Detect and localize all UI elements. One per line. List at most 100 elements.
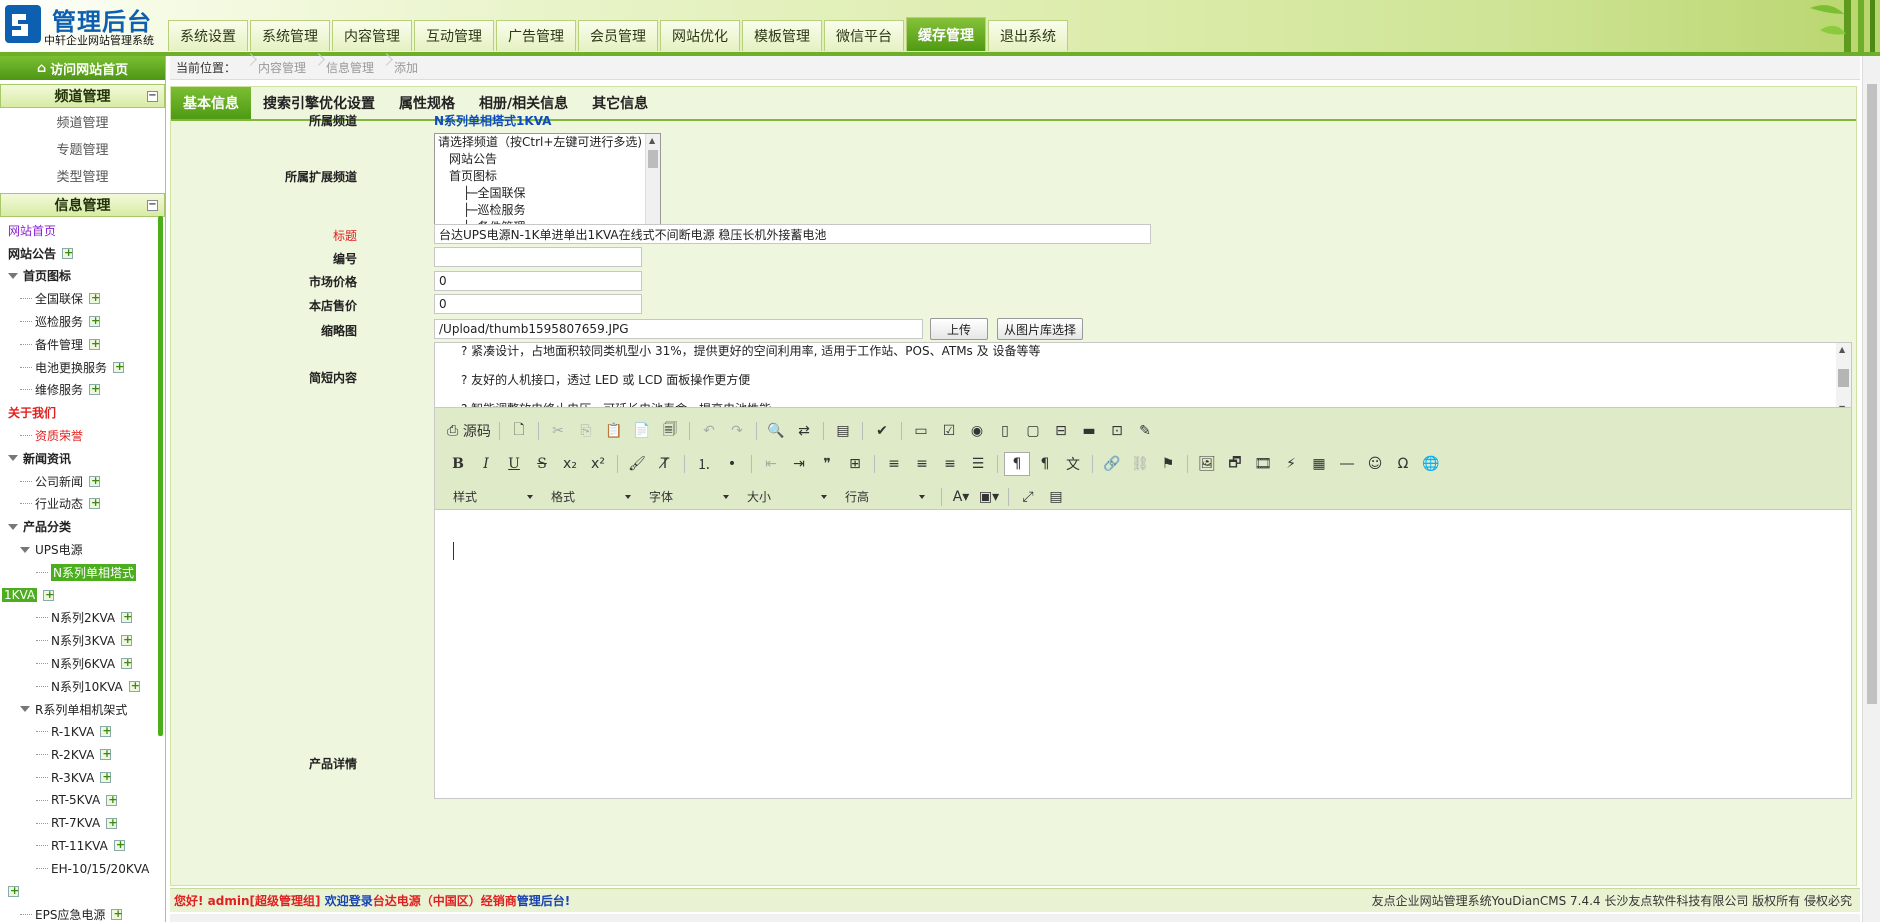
add-item-icon[interactable] [89, 496, 100, 510]
image-button-icon[interactable]: ⊡ [1104, 419, 1130, 443]
scroll-up-icon[interactable]: ▲ [1839, 345, 1845, 354]
rtl-icon[interactable]: ¶ [1032, 452, 1058, 476]
maximize-icon[interactable]: ⤢ [1015, 485, 1041, 509]
ext-channel-scrollbar[interactable]: ▲ ▼ [645, 134, 660, 234]
flash-icon[interactable]: ⚡ [1278, 452, 1304, 476]
bulleted-list-icon[interactable]: • [719, 452, 745, 476]
copy-icon[interactable]: ⎘ [573, 419, 599, 443]
ext-channel-multiselect[interactable]: 请选择频道（按Ctrl+左键可进行多选) 网站公告 首页图标 ├─全国联保 ├─巡检服务… [434, 133, 661, 235]
top-nav-item[interactable]: 系统管理 [250, 20, 330, 51]
align-left-icon[interactable]: ≡ [881, 452, 907, 476]
expand-arrow-icon[interactable] [8, 455, 18, 462]
top-nav-item[interactable]: 广告管理 [496, 20, 576, 51]
ext-channel-option[interactable]: ├─巡检服务 [435, 202, 660, 219]
textfield-icon[interactable]: ▯ [992, 419, 1018, 443]
link-icon[interactable]: 🔗 [1099, 452, 1125, 476]
add-item-icon[interactable] [100, 724, 112, 738]
expand-arrow-icon[interactable] [20, 706, 30, 713]
paste-icon[interactable]: 📋 [601, 419, 627, 443]
top-nav-item[interactable]: 缓存管理 [906, 17, 986, 51]
tree-node-label[interactable]: N系列2KVA [51, 609, 115, 626]
tree-node-label[interactable]: R-2KVA [51, 748, 94, 762]
top-nav-item[interactable]: 系统设置 [168, 20, 248, 51]
tree-node-label[interactable]: 公司新闻 [35, 473, 83, 490]
image-library-button[interactable]: 从图片库选择 [997, 318, 1083, 340]
add-item-icon[interactable] [100, 770, 112, 784]
add-item-icon[interactable] [121, 610, 132, 624]
top-nav-item[interactable]: 互动管理 [414, 20, 494, 51]
superscript-icon[interactable]: x² [585, 452, 611, 476]
form-tab[interactable]: 其它信息 [580, 87, 660, 119]
add-item-icon[interactable] [111, 907, 123, 920]
editor-dropdown[interactable]: 样式 [445, 486, 539, 508]
subscript-icon[interactable]: x₂ [557, 452, 583, 476]
new-page-icon[interactable]: 🗋 [506, 419, 532, 443]
add-item-icon[interactable] [121, 656, 132, 670]
thumb-input[interactable] [434, 319, 923, 339]
tree-node-label[interactable]: 全国联保 [35, 290, 83, 307]
hidden-field-icon[interactable]: ✎ [1132, 419, 1158, 443]
tree-node-label[interactable]: R系列单相机架式 [35, 701, 127, 718]
channel-section-header[interactable]: 频道管理 − [0, 84, 165, 108]
page-scroll-thumb[interactable] [1867, 84, 1877, 704]
image-icon[interactable]: 🖼 [1194, 452, 1220, 476]
underline-icon[interactable]: U [501, 452, 527, 476]
iframe-icon[interactable]: 🌐 [1418, 452, 1444, 476]
horizontal-rule-icon[interactable]: ― [1334, 452, 1360, 476]
breadcrumb-item[interactable]: 内容管理 [246, 59, 314, 76]
copy-format-icon[interactable]: 🖌 [624, 452, 650, 476]
select-icon[interactable]: ⊟ [1048, 419, 1074, 443]
editor-dropdown[interactable]: 格式 [543, 486, 637, 508]
sidebar-scrollbar[interactable] [158, 216, 163, 736]
collapse-icon[interactable]: − [147, 200, 158, 211]
scroll-up-icon[interactable]: ▲ [649, 136, 655, 145]
ltr-icon[interactable]: ¶ [1004, 451, 1030, 476]
tree-node-label[interactable]: UPS电源 [35, 541, 83, 558]
top-nav-item[interactable]: 网站优化 [660, 20, 740, 51]
add-item-icon[interactable] [113, 360, 124, 373]
tree-node-label[interactable]: N系列单相塔式 [51, 563, 136, 581]
show-blocks-icon[interactable]: ▤ [1043, 485, 1069, 509]
bold-icon[interactable]: B [445, 452, 471, 476]
add-item-icon[interactable] [100, 747, 112, 761]
breadcrumb-item[interactable]: 添加 [382, 59, 426, 76]
tree-node-label[interactable]: RT-11KVA [51, 839, 108, 853]
store-price-input[interactable] [434, 294, 642, 314]
scroll-thumb[interactable] [648, 150, 658, 168]
paste-word-icon[interactable]: 🗐 [657, 419, 683, 443]
ext-channel-option[interactable]: 网站公告 [435, 151, 660, 168]
video-icon[interactable]: 🎞 [1250, 452, 1276, 476]
tree-node-label[interactable]: R-3KVA [51, 771, 94, 785]
info-section-header[interactable]: 信息管理 − [0, 193, 165, 217]
indent-icon[interactable]: ⇥ [786, 452, 812, 476]
language-icon[interactable]: 文 [1060, 452, 1086, 476]
add-item-icon[interactable] [43, 588, 54, 601]
special-char-icon[interactable]: Ω [1390, 452, 1416, 476]
undo-icon[interactable]: ↶ [696, 419, 722, 443]
top-nav-item[interactable]: 模板管理 [742, 20, 822, 51]
spellcheck-icon[interactable]: ✔ [869, 419, 895, 443]
tree-node-label[interactable]: RT-7KVA [51, 816, 100, 830]
div-container-icon[interactable]: ⊞ [842, 452, 868, 476]
upload-button[interactable]: 上传 [930, 318, 988, 340]
find-icon[interactable]: 🔍 [763, 419, 789, 443]
sidebar-link[interactable]: 类型管理 [0, 162, 165, 189]
add-item-icon[interactable] [121, 633, 132, 647]
add-item-icon[interactable] [106, 793, 117, 806]
tree-node-label[interactable]: N系列10KVA [51, 678, 123, 695]
radio-icon[interactable]: ◉ [964, 419, 990, 443]
ext-channel-option[interactable]: 请选择频道（按Ctrl+左键可进行多选) [435, 134, 660, 151]
text-color-icon[interactable]: A▾ [948, 485, 974, 509]
tree-node-label[interactable]: EPS应急电源 [35, 906, 105, 922]
top-nav-item[interactable]: 退出系统 [988, 20, 1068, 51]
multi-image-icon[interactable]: 🗗 [1222, 452, 1248, 476]
select-all-icon[interactable]: ▤ [830, 419, 856, 443]
replace-icon[interactable]: ⇄ [791, 419, 817, 443]
add-item-icon[interactable] [89, 291, 100, 305]
tree-node-label[interactable]: RT-5KVA [51, 793, 100, 807]
align-justify-icon[interactable]: ☰ [965, 452, 991, 476]
tree-node-label[interactable]: 电池更换服务 [35, 359, 107, 376]
editor-dropdown[interactable]: 字体 [641, 486, 735, 508]
add-item-icon[interactable] [8, 884, 19, 897]
add-item-icon[interactable] [89, 314, 100, 328]
